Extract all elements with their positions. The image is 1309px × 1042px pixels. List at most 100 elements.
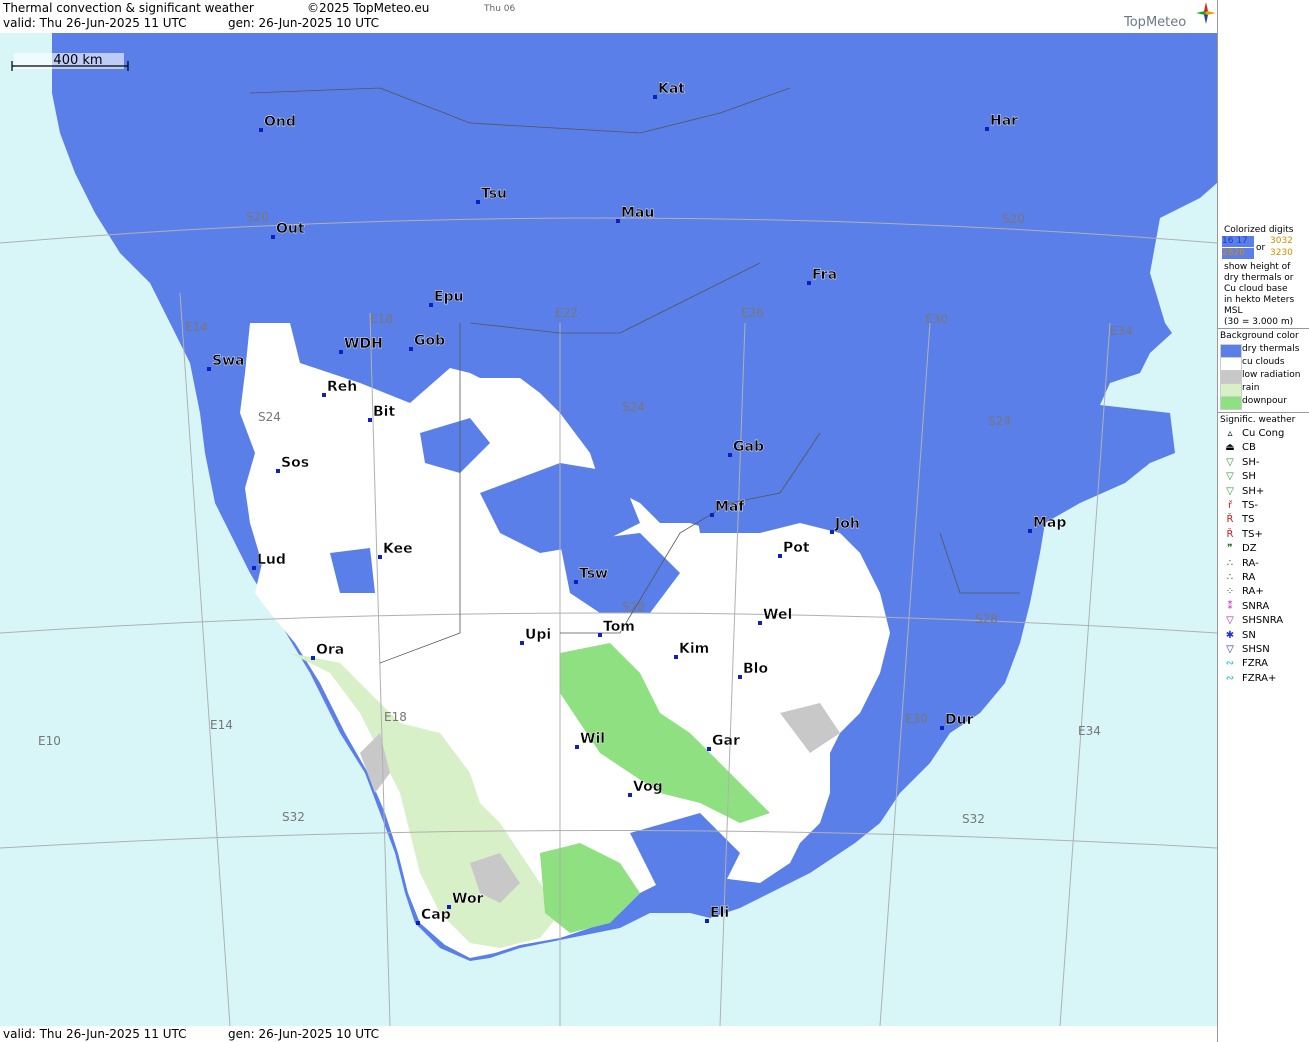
city-marker: Map: [1028, 515, 1067, 533]
weather-legend-label: CB: [1242, 442, 1256, 454]
background-legend-label: low radiation: [1242, 370, 1301, 380]
copyright: ©2025 TopMeteo.eu: [307, 1, 430, 15]
city-dot: [598, 633, 602, 637]
city-label: Wil: [580, 731, 605, 747]
shower-heavy-icon: ▽: [1226, 485, 1234, 497]
map-canvas: 400 km E10 E14 E14 E18 E18 E22 E26 E30 E30 E34 E34…: [0, 33, 1217, 1026]
weather-legend-label: SN: [1242, 629, 1256, 641]
city-dot: [429, 303, 433, 307]
parallel-label: S32: [962, 812, 985, 826]
city-dot: [1028, 529, 1032, 533]
city-dot: [574, 580, 578, 584]
city-marker: Har: [985, 113, 1018, 131]
city-label: Wel: [763, 607, 792, 623]
city-marker: Ora: [311, 642, 344, 660]
city-dot: [705, 919, 709, 923]
meridian-label: E14: [210, 718, 233, 732]
thunderstorm-light-icon: ř: [1227, 500, 1233, 511]
background-legend-label: downpour: [1242, 396, 1287, 406]
colorized-description: show height of dry thermals or Cu cloud ba…: [1224, 262, 1294, 328]
meridian-label: E18: [384, 710, 407, 724]
drizzle-icon: ❞: [1227, 543, 1233, 555]
city-label: Upi: [525, 627, 551, 643]
digit-sample-mixed: 2826: [1222, 248, 1254, 259]
meridian-label: E30: [925, 312, 948, 326]
map-footer: valid: Thu 26-Jun-2025 11 UTC gen: 26-Ju…: [0, 1026, 1217, 1042]
parallel-label: S20: [246, 210, 269, 224]
city-dot: [616, 219, 620, 223]
city-label: Gar: [712, 733, 740, 749]
footer-generated-time: gen: 26-Jun-2025 10 UTC: [228, 1027, 380, 1041]
city-marker: Tsu: [476, 186, 507, 204]
city-dot: [368, 418, 372, 422]
background-legend-label: dry thermals: [1242, 344, 1300, 354]
cu-cong-icon: ▵: [1227, 428, 1233, 439]
meridian-label: E14: [185, 320, 208, 334]
city-dot: [252, 566, 256, 570]
city-label: Reh: [327, 379, 357, 395]
digit-sample-orange-2: 3230: [1270, 248, 1293, 258]
meridian-label: E22: [555, 306, 578, 320]
city-label: Tom: [603, 619, 635, 635]
parallel-label: S28: [975, 612, 998, 626]
city-dot: [707, 747, 711, 751]
city-dot: [339, 350, 343, 354]
city-label: Dur: [945, 712, 974, 728]
city-dot: [575, 745, 579, 749]
digit-sample-block: 16 17 3032 or 2826 3230: [1222, 236, 1306, 260]
weather-map[interactable]: 400 km E10 E14 E14 E18 E18 E22 E26 E30 E30 E34 E34…: [0, 33, 1217, 1026]
weather-legend-label: TS-: [1242, 500, 1259, 511]
city-label: Ora: [316, 642, 344, 658]
city-marker: Fra: [807, 267, 837, 285]
colorized-description-line: Cu cloud base: [1224, 284, 1288, 294]
scale-bar-label: 400 km: [53, 53, 102, 68]
city-marker: Upi: [520, 627, 551, 645]
weather-legend-label: SNRA: [1242, 600, 1270, 612]
city-dot: [628, 793, 632, 797]
meridian-label: E18: [370, 312, 393, 326]
legend-panel: Colorized digits 16 17 3032 or 2826 3230…: [1217, 0, 1309, 1042]
meridian-label: E10: [38, 734, 61, 748]
map-header: Thermal convection & significant weather…: [0, 0, 1217, 33]
digit-sample-blue: 16 17: [1222, 236, 1254, 247]
city-marker: Dur: [940, 712, 974, 730]
city-label: Vog: [633, 779, 663, 795]
weather-legend-label: DZ: [1242, 543, 1257, 555]
parallel-label: S24: [988, 414, 1011, 428]
city-dot: [940, 726, 944, 730]
city-dot: [728, 453, 732, 457]
topmeteo-logo: TopMeteo: [1124, 15, 1187, 30]
weather-legend-label: RA-: [1242, 557, 1259, 569]
weather-legend-label: RA: [1242, 572, 1256, 583]
city-marker: Wel: [758, 607, 792, 625]
city-dot: [758, 621, 762, 625]
colorized-description-line: dry thermals or: [1224, 273, 1294, 283]
thunderstorm-heavy-icon: Ř: [1226, 528, 1234, 540]
city-marker: Kim: [674, 641, 709, 659]
weather-legend-label: SH+: [1242, 485, 1265, 497]
freezing-rain-icon: ∾: [1225, 658, 1235, 670]
parallel-label: S20: [1002, 212, 1025, 226]
city-dot: [520, 641, 524, 645]
parallel-label: S32: [282, 810, 305, 824]
city-dot: [738, 675, 742, 679]
city-marker: WDH: [339, 336, 383, 354]
weather-legend-label: FZRA: [1242, 658, 1268, 670]
city-dot: [271, 235, 275, 239]
shower-icon: ▽: [1226, 471, 1234, 483]
meridian-label: E34: [1110, 324, 1133, 338]
colorized-description-line: MSL: [1224, 306, 1243, 316]
city-dot: [276, 469, 280, 473]
city-label: Swa: [212, 353, 244, 369]
weather-legend-label: SH-: [1242, 456, 1260, 468]
color-swatch: [1220, 357, 1242, 371]
city-marker: Out: [271, 221, 305, 239]
color-swatch: [1220, 344, 1242, 358]
city-label: Gob: [414, 333, 445, 349]
city-dot: [985, 127, 989, 131]
weather-legend-label: FZRA+: [1242, 672, 1277, 684]
city-marker: Wil: [575, 731, 605, 749]
city-label: Epu: [434, 289, 464, 305]
parallel-label: S28: [622, 600, 645, 614]
city-dot: [653, 95, 657, 99]
